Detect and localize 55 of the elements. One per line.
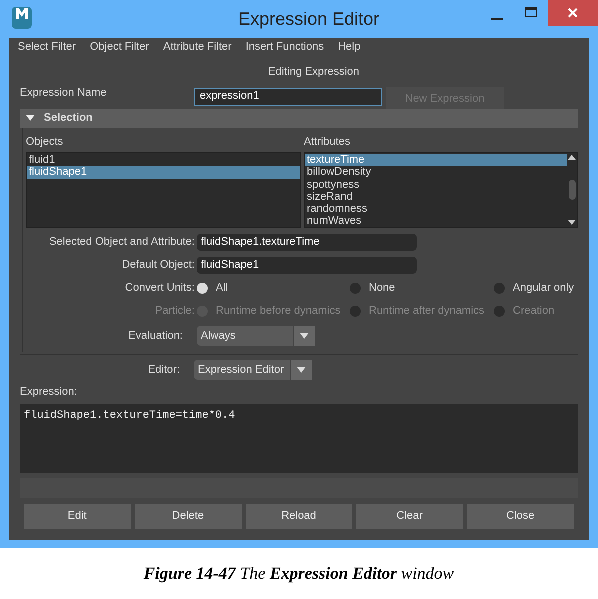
- list-item[interactable]: randomness: [305, 203, 567, 216]
- list-item[interactable]: sizeRand: [305, 190, 567, 204]
- window-title: Expression Editor: [237, 8, 380, 31]
- field-label: Evaluation:: [128, 328, 184, 344]
- list-item[interactable]: fluidShape1: [27, 166, 300, 179]
- caret-icon: [297, 367, 306, 373]
- action-button[interactable]: Close: [467, 504, 574, 528]
- action-button[interactable]: Reload: [246, 504, 352, 528]
- radio-button[interactable]: [494, 283, 505, 294]
- radio-button[interactable]: [350, 283, 361, 294]
- close-button[interactable]: [548, 0, 598, 26]
- list-item[interactable]: fluid1: [27, 154, 300, 166]
- caret-icon: [300, 333, 309, 339]
- name-field[interactable]: expression1: [194, 88, 382, 106]
- scroll-down-icon: [568, 220, 576, 225]
- list-label: Objects: [26, 134, 64, 150]
- action-button[interactable]: Delete: [134, 504, 242, 528]
- field-label: Default Object:: [121, 258, 196, 274]
- app-logo-icon: [12, 7, 32, 29]
- field-label: Selected Object and Attribute:: [48, 235, 196, 250]
- text-field[interactable]: fluidShape1: [197, 257, 417, 274]
- radio-label: Runtime after dynamics: [369, 304, 485, 320]
- menu-item[interactable]: Insert Functions: [246, 38, 324, 56]
- close-icon: [568, 8, 578, 18]
- radio-label: Angular only: [513, 281, 574, 296]
- menu-item[interactable]: Attribute Filter: [163, 38, 232, 56]
- menu-item[interactable]: Help: [338, 38, 361, 56]
- section-header[interactable]: Selection: [20, 108, 578, 128]
- figure-caption: Figure 14-47 The Expression Editor window: [144, 562, 454, 585]
- list-item[interactable]: numWaves: [305, 215, 567, 228]
- radio-group-label: Convert Units:: [124, 281, 196, 296]
- dropdown[interactable]: Always: [197, 326, 315, 346]
- scroll-up-icon: [568, 155, 576, 160]
- field-label: Expression Name: [20, 86, 108, 100]
- field-label: Expression:: [20, 385, 78, 400]
- radio-button[interactable]: [197, 283, 208, 294]
- action-button[interactable]: Clear: [356, 504, 464, 528]
- list-label: Attributes: [304, 134, 352, 150]
- text-field[interactable]: fluidShape1.textureTime: [197, 234, 417, 251]
- radio-group-label: Particle:: [154, 304, 196, 320]
- menu-item[interactable]: Select Filter: [18, 38, 76, 56]
- dropdown[interactable]: Expression Editor: [194, 360, 312, 380]
- action-button[interactable]: Edit: [24, 504, 131, 528]
- list-item[interactable]: textureTime: [305, 154, 567, 166]
- radio-label: All: [216, 281, 228, 296]
- field-label: Editor:: [147, 362, 181, 378]
- radio-label: Creation: [513, 304, 555, 320]
- list-item[interactable]: billowDensity: [305, 166, 567, 179]
- menu-item[interactable]: Object Filter: [90, 38, 150, 56]
- section-heading: Editing Expression: [267, 65, 361, 80]
- radio-label: None: [369, 281, 396, 296]
- code-editor[interactable]: fluidShape1.textureTime=time*0.4: [20, 404, 578, 472]
- scrollbar[interactable]: [567, 153, 577, 227]
- list-item[interactable]: spottyness: [305, 178, 567, 191]
- radio-label: Runtime before dynamics: [216, 304, 341, 320]
